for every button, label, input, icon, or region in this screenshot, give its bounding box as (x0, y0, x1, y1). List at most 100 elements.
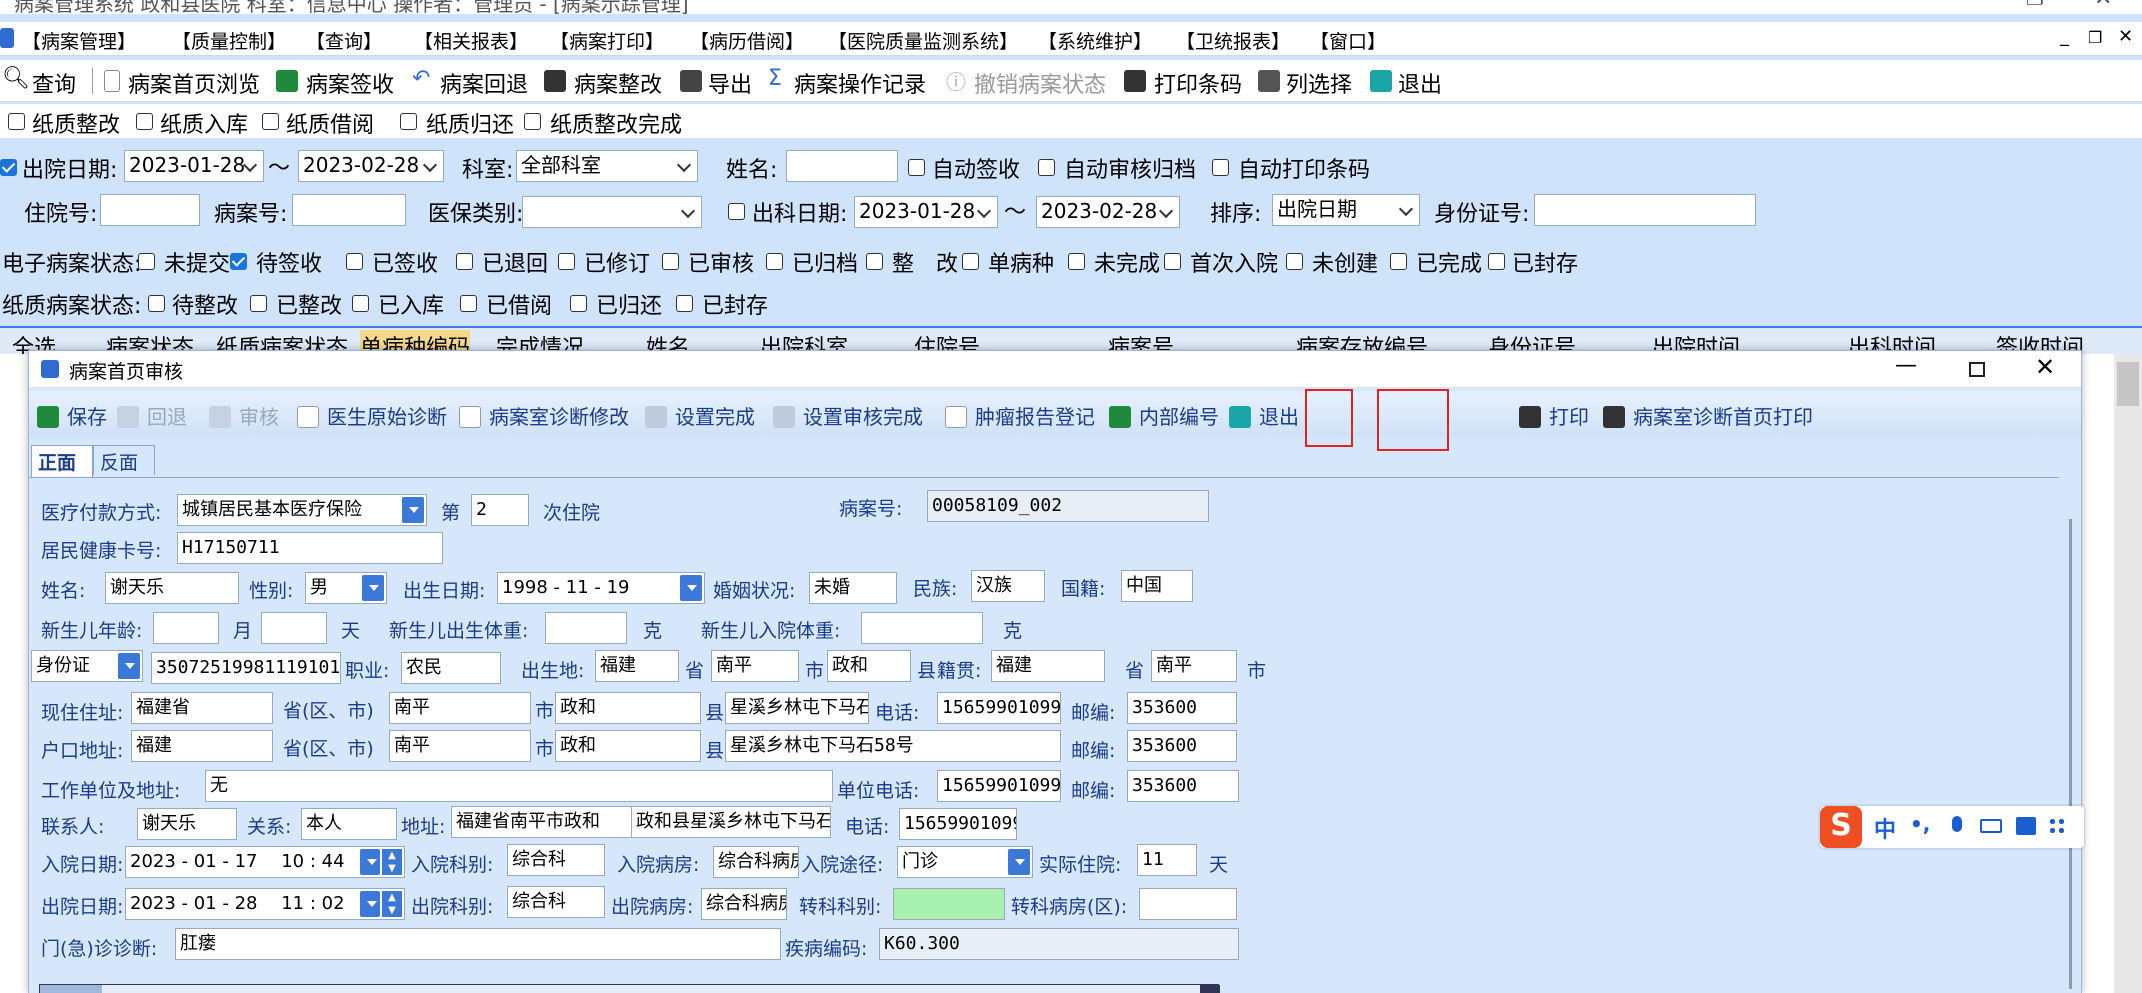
e-status-checkbox[interactable] (230, 253, 247, 270)
contact-address-input[interactable]: 福建省南平市政和 (451, 806, 645, 838)
relation-input[interactable]: 本人 (301, 808, 397, 840)
paper-return-checkbox[interactable] (400, 113, 417, 130)
admission-count-input[interactable]: 2 (471, 494, 529, 526)
work-unit-input[interactable]: 无 (205, 770, 833, 802)
length-of-stay-input[interactable]: 11 (1137, 844, 1197, 876)
sex-select[interactable]: 男 (305, 572, 387, 604)
discharge-from-select[interactable]: 2023-01-28 (124, 150, 264, 182)
native-province-input[interactable]: 福建 (991, 650, 1105, 682)
registered-province-input[interactable]: 福建 (131, 730, 273, 762)
p-status-checkbox[interactable] (250, 295, 267, 312)
e-status-checkbox[interactable] (662, 253, 679, 270)
outpatient-diagnosis-input[interactable]: 肛瘘 (175, 928, 781, 960)
microphone-icon[interactable] (1952, 816, 1962, 832)
menu-item-quality[interactable]: 【质量控制】 (172, 27, 286, 54)
toolbar-export-button[interactable]: 导出 (680, 66, 760, 98)
p-status-checkbox[interactable] (676, 295, 693, 312)
e-status-checkbox[interactable] (962, 253, 979, 270)
keyboard-icon[interactable] (1980, 819, 2002, 833)
native-city-input[interactable]: 南平 (1151, 650, 1237, 682)
e-status-checkbox[interactable] (1068, 253, 1085, 270)
newborn-day-input[interactable] (261, 612, 327, 644)
toolbar-barcode-button[interactable]: 打印条码 (1124, 66, 1254, 98)
dialog-internal-no-button[interactable]: 内部编号 (1109, 401, 1219, 430)
dept-out-to-select[interactable]: 2023-02-28 (1036, 196, 1180, 228)
e-status-checkbox[interactable] (1286, 253, 1303, 270)
registered-city-input[interactable]: 南平 (389, 730, 531, 762)
dialog-close-icon[interactable]: ✕ (2035, 353, 2055, 381)
toolbar-oplog-button[interactable]: Σ 病案操作记录 (768, 66, 938, 98)
auto-audit-checkbox[interactable] (1038, 159, 1055, 176)
ethnic-input[interactable]: 汉族 (971, 570, 1045, 602)
ime-chinese-mode[interactable]: 中 (1874, 812, 1896, 844)
contact-phone-input[interactable]: 15659901099 (899, 808, 1017, 840)
birth-date-select[interactable]: 1998 - 11 - 19 (497, 572, 705, 604)
id-type-select[interactable]: 身份证 (31, 650, 143, 682)
e-status-checkbox[interactable] (766, 253, 783, 270)
payment-method-select[interactable]: 城镇居民基本医疗保险 (177, 494, 427, 526)
nationality-input[interactable]: 中国 (1121, 570, 1193, 602)
dialog-tumor-report-button[interactable]: 肿瘤报告登记 (945, 401, 1095, 430)
birthplace-county-input[interactable]: 政和 (827, 650, 911, 682)
toolbar-revoke-button[interactable]: ⓘ 撤销病案状态 (946, 66, 1116, 98)
patient-name-input[interactable]: 谢天乐 (105, 572, 239, 604)
toolbar-columns-button[interactable]: 列选择 (1258, 66, 1368, 98)
discharge-to-select[interactable]: 2023-02-28 (298, 150, 444, 182)
health-card-input[interactable]: H17150711 (177, 532, 443, 564)
insurance-select[interactable] (522, 196, 702, 228)
dept-out-checkbox[interactable] (728, 203, 745, 220)
current-city-input[interactable]: 南平 (389, 692, 531, 724)
mdi-restore-icon[interactable]: ❐ (2088, 28, 2102, 47)
e-status-checkbox[interactable] (1164, 253, 1181, 270)
menu-item-reports[interactable]: 【相关报表】 (414, 27, 528, 54)
spin-up-down-icon[interactable]: ▲ ▼ (382, 891, 402, 917)
p-status-checkbox[interactable] (570, 295, 587, 312)
discharge-ward-input[interactable]: 综合科病房 (701, 888, 787, 920)
admit-route-select[interactable]: 门诊 (897, 846, 1033, 878)
paper-rectify-checkbox[interactable] (8, 113, 25, 130)
registered-street-input[interactable]: 星溪乡林屯下马石58号 (725, 730, 1061, 762)
discharge-datetime-picker[interactable]: 2023 - 01 - 28 11 : 02 ▲ ▼ (125, 888, 405, 920)
dialog-print-button[interactable]: 打印 (1519, 401, 1589, 430)
e-status-checkbox[interactable] (1488, 253, 1505, 270)
dialog-return-button[interactable]: 回退 (117, 401, 187, 430)
id-number-input[interactable] (1534, 194, 1756, 226)
id-number-field[interactable]: 350725199811191012 (151, 652, 341, 684)
admit-ward-input[interactable]: 综合科病房 (713, 846, 799, 878)
tab-back[interactable]: 反面 (93, 445, 155, 475)
current-province-input[interactable]: 福建省 (131, 692, 273, 724)
dialog-set-complete-button[interactable]: 设置完成 (645, 401, 755, 430)
paper-store-checkbox[interactable] (136, 113, 153, 130)
newborn-month-input[interactable] (153, 612, 219, 644)
discharge-dept-input[interactable]: 综合科 (507, 886, 605, 918)
e-status-checkbox[interactable] (1390, 253, 1407, 270)
menu-item-query[interactable]: 【查询】 (306, 27, 382, 54)
auto-sign-checkbox[interactable] (908, 159, 925, 176)
work-zip-input[interactable]: 353600 (1127, 770, 1239, 802)
mdi-close-icon[interactable]: ✕ (2118, 26, 2133, 47)
close-icon[interactable]: ✕ (2094, 0, 2112, 11)
transfer-dept-input[interactable] (893, 888, 1005, 920)
toolbar-return-button[interactable]: ↶ 病案回退 (412, 66, 542, 98)
birthplace-province-input[interactable]: 福建 (595, 650, 679, 682)
dept-select[interactable]: 全部科室 (516, 150, 698, 182)
newborn-admit-weight-input[interactable] (861, 612, 983, 644)
current-street-input[interactable]: 星溪乡林屯下马石58号 (725, 692, 869, 724)
skin-shirt-icon[interactable] (2016, 817, 2036, 835)
work-phone-input[interactable]: 15659901099 (937, 770, 1061, 802)
mdi-minimize-icon[interactable]: _ (2060, 26, 2069, 47)
ime-punctuation-icon[interactable]: •, (1910, 812, 1930, 836)
auto-print-checkbox[interactable] (1212, 159, 1229, 176)
menu-item-stats[interactable]: 【卫统报表】 (1176, 27, 1290, 54)
e-status-checkbox[interactable] (346, 253, 363, 270)
name-input[interactable] (786, 150, 898, 182)
spin-up-down-icon[interactable]: ▲ ▼ (382, 849, 402, 875)
e-status-checkbox[interactable] (558, 253, 575, 270)
admit-datetime-picker[interactable]: 2023 - 01 - 17 10 : 44 ▲ ▼ (125, 846, 405, 878)
newborn-birth-weight-input[interactable] (545, 612, 627, 644)
maximize-icon[interactable]: ❐ (2026, 0, 2044, 10)
dialog-exit-button[interactable]: 退出 (1229, 401, 1299, 430)
menu-item-case[interactable]: 【病案管理】 (22, 27, 136, 54)
contact-address-detail-input[interactable]: 政和县星溪乡林屯下马石58号 (631, 806, 831, 838)
dept-out-from-select[interactable]: 2023-01-28 (854, 196, 998, 228)
